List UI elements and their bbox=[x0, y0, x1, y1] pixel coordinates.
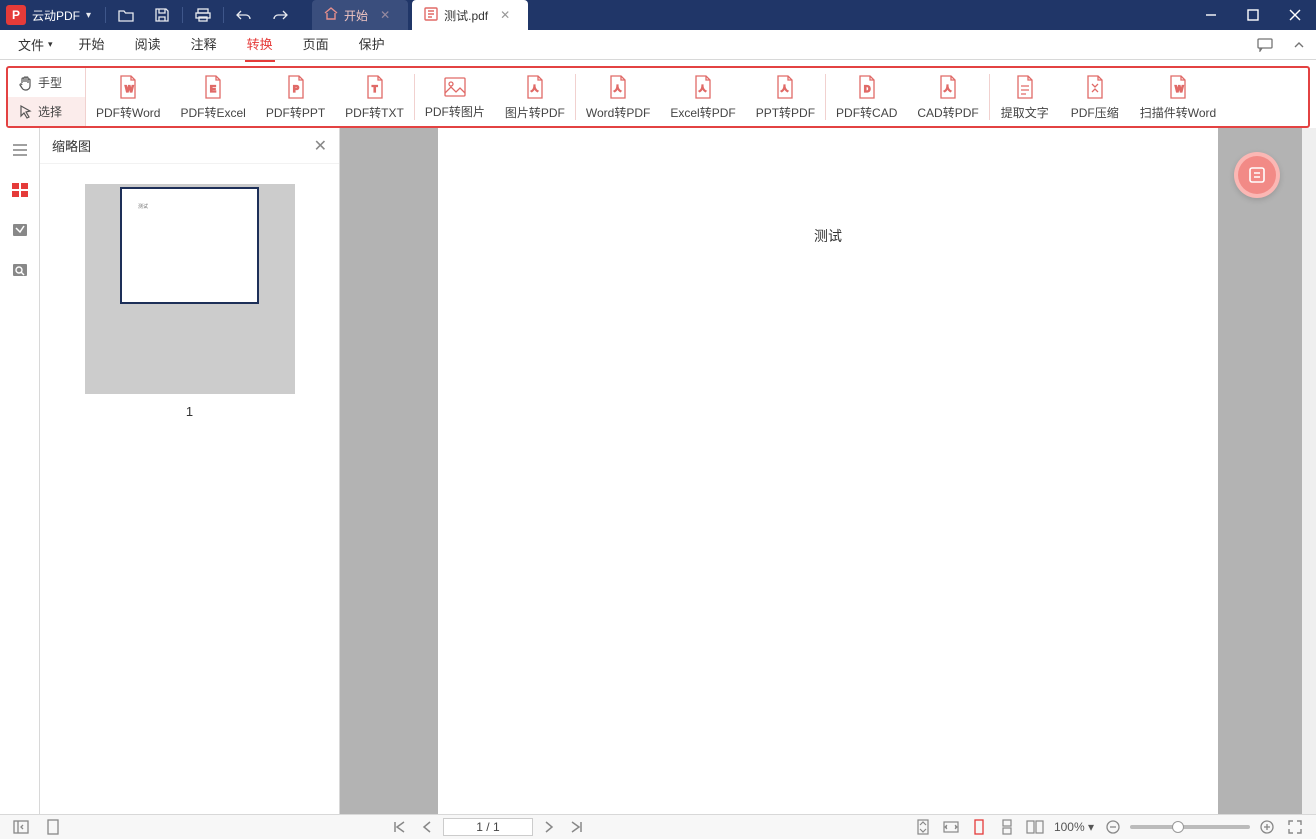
ribbon-pdf2cad[interactable]: DPDF转CAD bbox=[826, 68, 907, 126]
page-input[interactable]: 1 / 1 bbox=[443, 818, 533, 836]
app-menu-caret[interactable]: ▾ bbox=[86, 10, 91, 21]
ribbon-pdf2img[interactable]: PDF转图片 bbox=[415, 68, 495, 126]
ribbon-pdf2excel[interactable]: EPDF转Excel bbox=[170, 68, 255, 126]
svg-text:人: 人 bbox=[944, 84, 952, 93]
floating-action-button[interactable] bbox=[1234, 152, 1280, 198]
last-page-button[interactable] bbox=[565, 817, 589, 837]
ribbon-ppt2pdf[interactable]: 人PPT转PDF bbox=[746, 68, 825, 126]
open-icon[interactable] bbox=[108, 0, 144, 30]
tab-home[interactable]: 开始 ✕ bbox=[312, 0, 408, 30]
undo-icon[interactable] bbox=[226, 0, 262, 30]
zoom-in-button[interactable] bbox=[1256, 817, 1278, 837]
fit-page-icon[interactable] bbox=[912, 817, 934, 837]
window-controls bbox=[1190, 0, 1316, 30]
close-icon[interactable]: ✕ bbox=[500, 8, 510, 22]
svg-text:P: P bbox=[293, 84, 299, 94]
svg-text:人: 人 bbox=[699, 84, 707, 93]
svg-text:W: W bbox=[1175, 84, 1184, 94]
menu-阅读[interactable]: 阅读 bbox=[135, 34, 161, 56]
sep bbox=[182, 7, 183, 23]
ribbon-pdf2ppt[interactable]: PPDF转PPT bbox=[256, 68, 335, 126]
print-icon[interactable] bbox=[185, 0, 221, 30]
sep bbox=[223, 7, 224, 23]
app-name: 云动PDF bbox=[32, 7, 80, 24]
cursor-mode: 手型 选择 bbox=[8, 68, 86, 126]
fit-width-icon[interactable] bbox=[940, 817, 962, 837]
ribbon-pdf2word[interactable]: WPDF转Word bbox=[86, 68, 170, 126]
close-icon[interactable]: ✕ bbox=[314, 136, 327, 156]
close-icon[interactable]: ✕ bbox=[380, 8, 390, 22]
ribbon-extract[interactable]: 提取文字 bbox=[990, 68, 1060, 126]
ribbon-cad2pdf[interactable]: 人CAD转PDF bbox=[907, 68, 988, 126]
page-navigator: 1 / 1 bbox=[64, 817, 912, 837]
minimize-button[interactable] bbox=[1190, 0, 1232, 30]
tab-document-label: 测试.pdf bbox=[444, 7, 488, 24]
ribbon-compress[interactable]: PDF压缩 bbox=[1060, 68, 1130, 126]
redo-icon[interactable] bbox=[262, 0, 298, 30]
tab-document[interactable]: 测试.pdf ✕ bbox=[412, 0, 528, 30]
app-logo: P bbox=[6, 5, 26, 25]
page: 测试 bbox=[438, 128, 1218, 814]
ribbon: 手型 选择 WPDF转WordEPDF转ExcelPPDF转PPTTPDF转TX… bbox=[0, 60, 1316, 128]
svg-text:W: W bbox=[125, 84, 134, 94]
thumbnails-panel: 缩略图 ✕ 测试 1 bbox=[40, 128, 340, 814]
svg-text:人: 人 bbox=[614, 84, 622, 93]
menu-保护[interactable]: 保护 bbox=[359, 34, 385, 56]
first-page-button[interactable] bbox=[387, 817, 411, 837]
select-tool[interactable]: 选择 bbox=[8, 97, 85, 126]
continuous-icon[interactable] bbox=[996, 817, 1018, 837]
zoom-slider[interactable] bbox=[1130, 825, 1250, 829]
tab-home-label: 开始 bbox=[344, 7, 368, 24]
sep bbox=[105, 7, 106, 23]
page-thumb-icon[interactable] bbox=[42, 817, 64, 837]
single-page-icon[interactable] bbox=[968, 817, 990, 837]
svg-text:人: 人 bbox=[531, 84, 539, 93]
home-icon bbox=[324, 7, 338, 23]
ribbon-pdf2txt[interactable]: TPDF转TXT bbox=[335, 68, 414, 126]
ribbon-img2pdf[interactable]: 人图片转PDF bbox=[495, 68, 575, 126]
annotations-icon[interactable] bbox=[6, 216, 34, 244]
two-page-icon[interactable] bbox=[1024, 817, 1046, 837]
svg-text:E: E bbox=[210, 84, 216, 94]
feedback-icon[interactable] bbox=[1248, 30, 1282, 60]
left-panel-toggle-icon[interactable] bbox=[10, 817, 32, 837]
thumbnails-header: 缩略图 ✕ bbox=[40, 128, 339, 164]
statusbar: 1 / 1 100% ▾ bbox=[0, 814, 1316, 839]
collapse-ribbon-icon[interactable] bbox=[1282, 30, 1316, 60]
zoom-label[interactable]: 100% ▾ bbox=[1054, 820, 1094, 834]
menu-页面[interactable]: 页面 bbox=[303, 34, 329, 56]
menu-转换[interactable]: 转换 bbox=[247, 34, 273, 56]
pdf-icon bbox=[424, 7, 438, 24]
next-page-button[interactable] bbox=[537, 817, 561, 837]
scrollbar[interactable] bbox=[1302, 128, 1316, 814]
menu-开始[interactable]: 开始 bbox=[79, 34, 105, 56]
menubar: 文件▾ 开始 阅读 注释 转换 页面 保护 bbox=[0, 30, 1316, 60]
svg-text:D: D bbox=[864, 84, 871, 94]
hand-tool[interactable]: 手型 bbox=[8, 68, 85, 97]
document-area[interactable]: 测试 bbox=[340, 128, 1316, 814]
thumbnail-page-number: 1 bbox=[186, 404, 193, 419]
side-icon-bar bbox=[0, 128, 40, 814]
ribbon-scan2word[interactable]: W扫描件转Word bbox=[1130, 68, 1226, 126]
menu-file[interactable]: 文件▾ bbox=[18, 35, 53, 54]
maximize-button[interactable] bbox=[1232, 0, 1274, 30]
thumbnails-icon[interactable] bbox=[6, 176, 34, 204]
save-icon[interactable] bbox=[144, 0, 180, 30]
page-text: 测试 bbox=[438, 226, 1218, 246]
ribbon-excel2pdf[interactable]: 人Excel转PDF bbox=[660, 68, 745, 126]
svg-text:人: 人 bbox=[781, 84, 789, 93]
menu-注释[interactable]: 注释 bbox=[191, 34, 217, 56]
outline-icon[interactable] bbox=[6, 136, 34, 164]
zoom-out-button[interactable] bbox=[1102, 817, 1124, 837]
body: 缩略图 ✕ 测试 1 测试 bbox=[0, 128, 1316, 814]
document-tabs: 开始 ✕ 测试.pdf ✕ bbox=[312, 0, 528, 30]
thumbnail-item[interactable]: 测试 1 bbox=[85, 184, 295, 419]
titlebar: P 云动PDF ▾ 开始 ✕ 测试.pdf ✕ bbox=[0, 0, 1316, 30]
svg-text:T: T bbox=[372, 84, 378, 94]
ribbon-word2pdf[interactable]: 人Word转PDF bbox=[576, 68, 660, 126]
fullscreen-icon[interactable] bbox=[1284, 817, 1306, 837]
prev-page-button[interactable] bbox=[415, 817, 439, 837]
close-button[interactable] bbox=[1274, 0, 1316, 30]
search-icon[interactable] bbox=[6, 256, 34, 284]
